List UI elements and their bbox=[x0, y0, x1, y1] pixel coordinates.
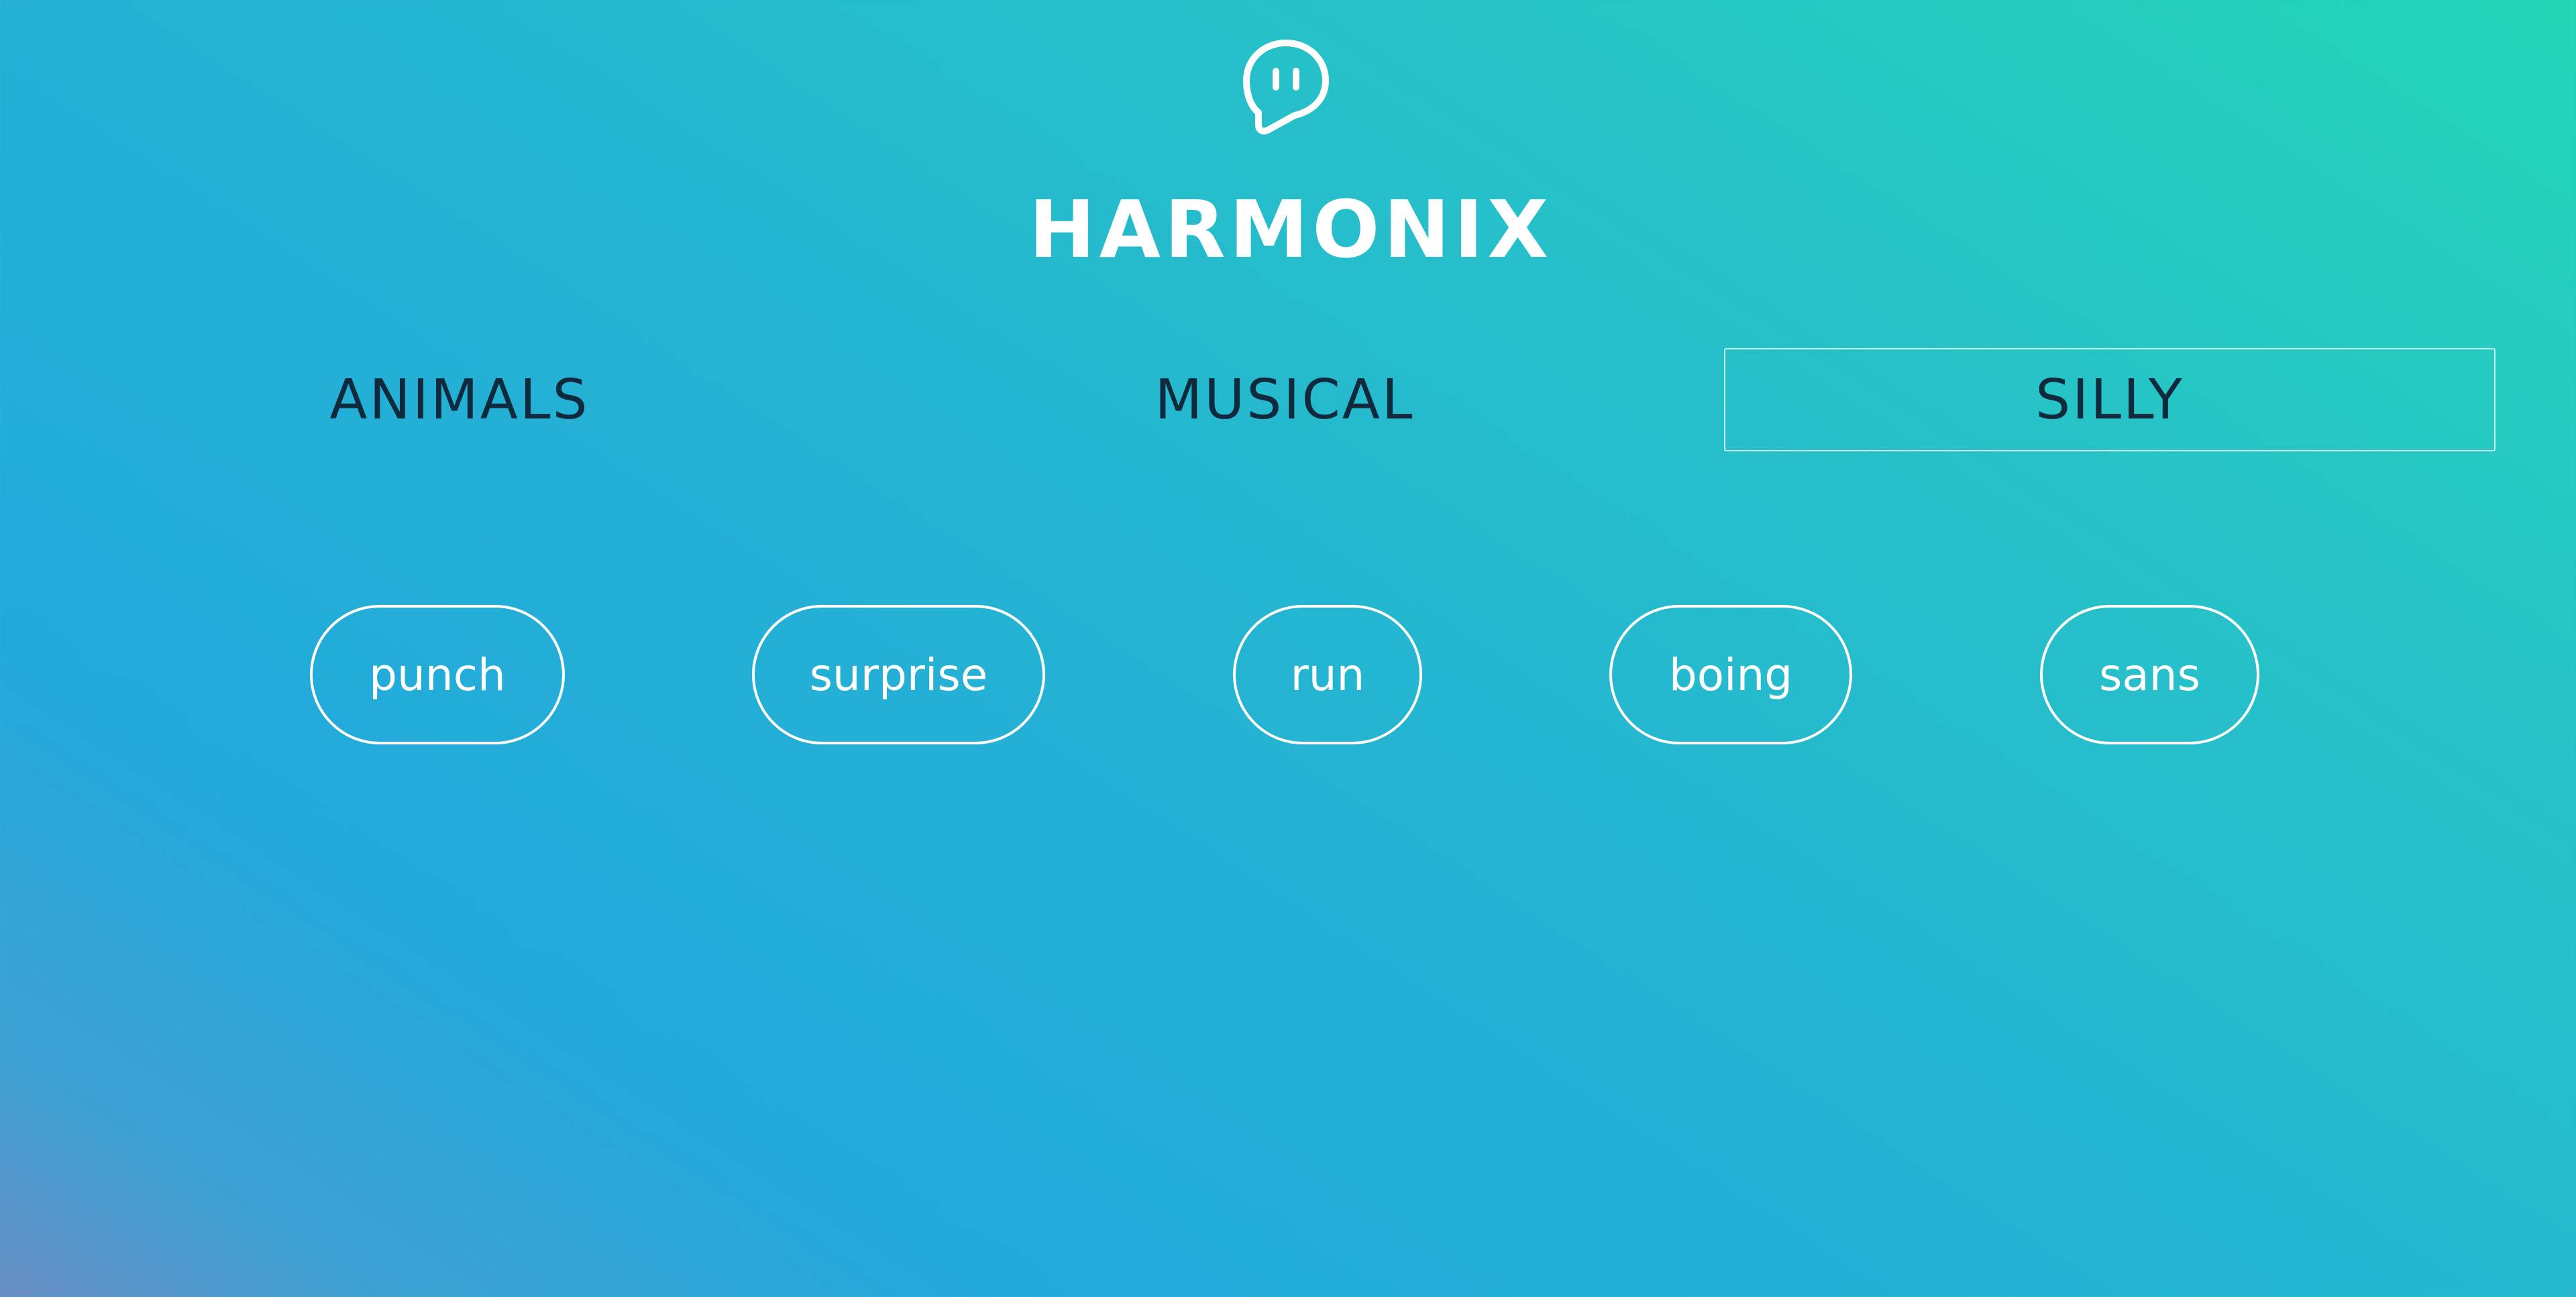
sound-button-boing[interactable]: boing bbox=[1609, 605, 1852, 744]
tab-musical[interactable]: MUSICAL bbox=[1073, 348, 1496, 451]
sound-button-surprise[interactable]: surprise bbox=[752, 605, 1045, 744]
sound-label: run bbox=[1290, 648, 1365, 701]
sound-label: boing bbox=[1668, 648, 1793, 701]
tab-label: MUSICAL bbox=[1155, 368, 1415, 432]
sound-label: punch bbox=[369, 648, 506, 701]
sound-label: surprise bbox=[809, 648, 988, 701]
app-title: HARMONIX bbox=[1028, 183, 1553, 276]
sound-label: sans bbox=[2098, 648, 2201, 701]
sound-button-run[interactable]: run bbox=[1233, 605, 1422, 744]
tab-animals[interactable]: ANIMALS bbox=[248, 348, 671, 451]
speech-bubble-face-icon bbox=[1241, 39, 1331, 138]
tab-label: ANIMALS bbox=[329, 368, 590, 432]
tab-silly[interactable]: SILLY bbox=[1724, 348, 2496, 451]
tab-label: SILLY bbox=[2035, 368, 2184, 432]
sound-button-sans[interactable]: sans bbox=[2040, 605, 2259, 744]
sound-button-punch[interactable]: punch bbox=[310, 605, 565, 744]
